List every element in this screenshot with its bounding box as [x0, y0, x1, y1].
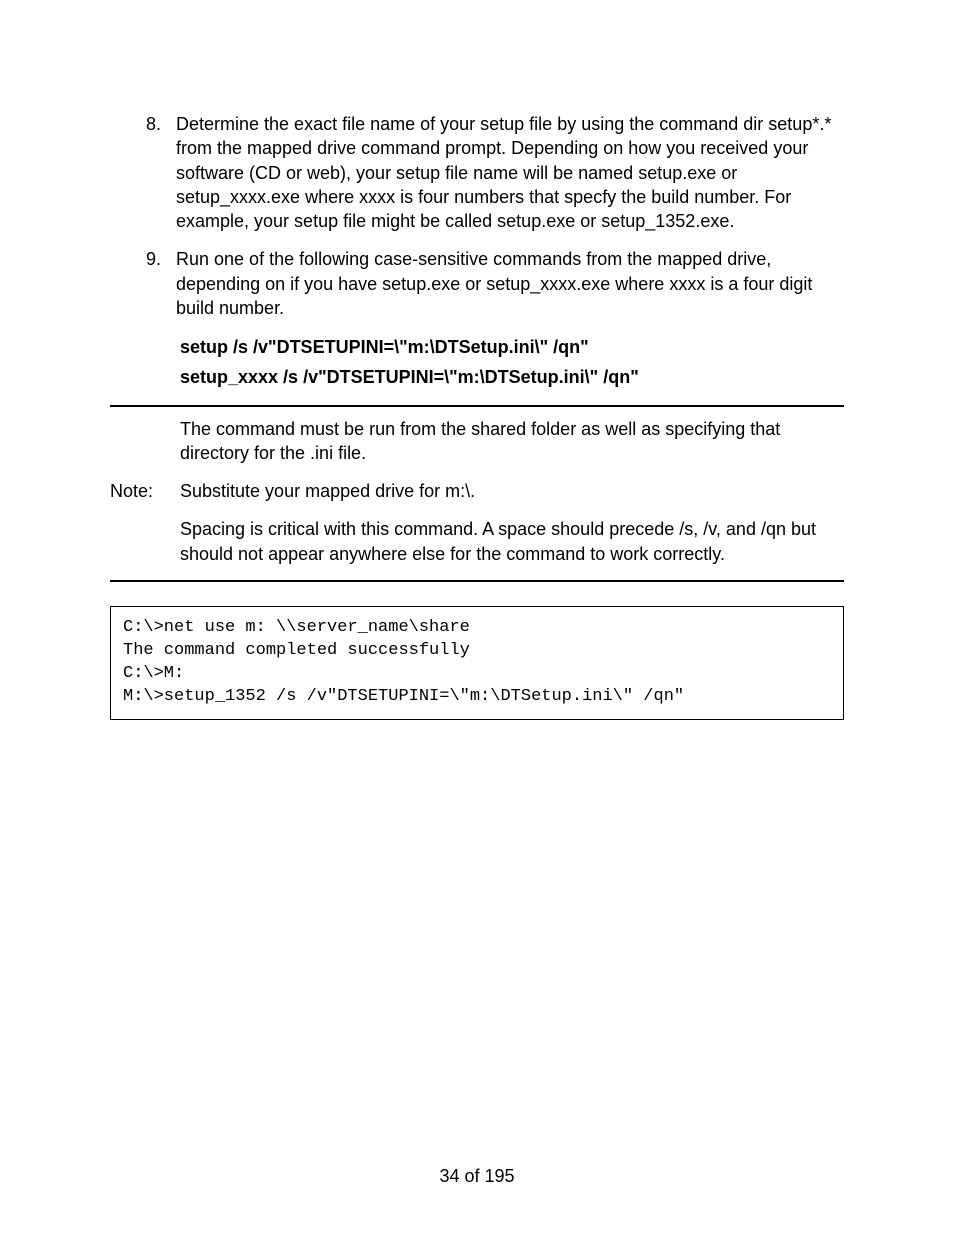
list-item: Run one of the following case-sensitive …: [166, 247, 844, 320]
ordered-list: Determine the exact file name of your se…: [110, 112, 844, 320]
list-item-text: Run one of the following case-sensitive …: [176, 249, 812, 318]
command-line: setup /s /v"DTSETUPINI=\"m:\DTSetup.ini\…: [180, 334, 844, 360]
note-row: Note: Substitute your mapped drive for m…: [110, 479, 844, 503]
note-label: Note:: [110, 479, 180, 503]
document-page: Determine the exact file name of your se…: [0, 0, 954, 1235]
note-paragraph: The command must be run from the shared …: [180, 417, 844, 466]
note-paragraph: Substitute your mapped drive for m:\.: [180, 479, 844, 503]
command-block: setup /s /v"DTSETUPINI=\"m:\DTSetup.ini\…: [180, 334, 844, 390]
note-paragraph: Spacing is critical with this command. A…: [180, 517, 844, 566]
divider: [110, 405, 844, 407]
terminal-output: C:\>net use m: \\server_name\share The c…: [110, 606, 844, 720]
list-item: Determine the exact file name of your se…: [166, 112, 844, 233]
command-line: setup_xxxx /s /v"DTSETUPINI=\"m:\DTSetup…: [180, 364, 844, 390]
note-block: The command must be run from the shared …: [110, 417, 844, 566]
divider: [110, 580, 844, 582]
page-number: 34 of 195: [0, 1166, 954, 1187]
list-item-text: Determine the exact file name of your se…: [176, 114, 831, 231]
